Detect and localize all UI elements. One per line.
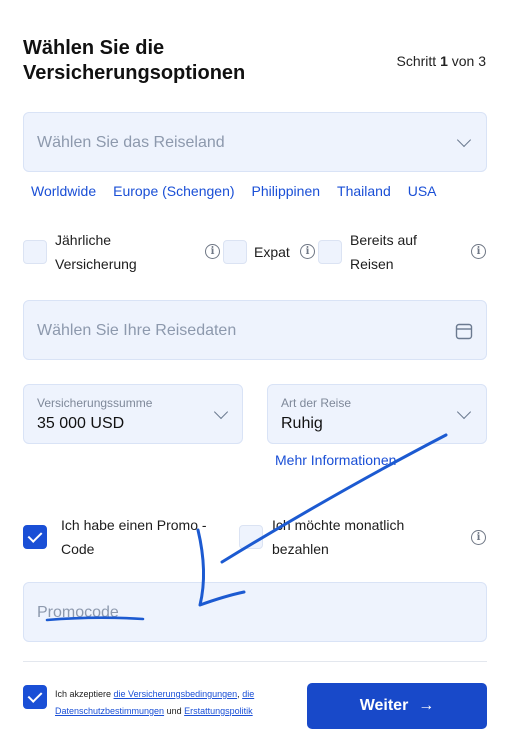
insurance-terms-link[interactable]: die Versicherungsbedingungen [114, 689, 238, 699]
quick-link-usa[interactable]: USA [408, 183, 437, 199]
quick-link-thailand[interactable]: Thailand [337, 183, 391, 199]
refund-policy-link[interactable]: Erstattungspolitik [184, 706, 253, 716]
info-icon[interactable]: i [471, 530, 486, 545]
coverage-value: 35 000 USD [37, 415, 125, 432]
more-info-link[interactable]: Mehr Informationen [275, 452, 396, 468]
quick-link-worldwide[interactable]: Worldwide [31, 183, 96, 199]
trip-type-label: Art der Reise [281, 396, 352, 410]
monthly-payment-label: Ich möchte monatlich bezahlen [272, 517, 405, 557]
promo-code-label: Ich habe einen Promo - Code [61, 517, 207, 557]
annual-insurance-label: Jährliche Versicherung [55, 232, 137, 272]
trip-type-value: Ruhig [281, 415, 323, 432]
chevron-down-icon [456, 404, 472, 420]
country-select-placeholder: Wählen Sie das Reiseland [37, 134, 225, 151]
country-select[interactable]: Wählen Sie das Reiseland [23, 112, 487, 172]
trip-type-select[interactable]: Art der Reise Ruhig [267, 384, 487, 444]
expat-checkbox[interactable] [223, 240, 247, 264]
info-icon[interactable]: i [300, 244, 315, 259]
step-indicator: Schritt 1 von 3 [396, 53, 486, 69]
promo-code-placeholder: Promocode [37, 604, 119, 621]
calendar-icon [455, 323, 473, 340]
travel-dates-placeholder: Wählen Sie Ihre Reisedaten [37, 322, 237, 339]
chevron-down-icon [456, 132, 472, 148]
page-title: Wählen Sie die Versicherungsoptionen [23, 37, 246, 84]
expat-label: Expat [254, 244, 290, 260]
continue-button[interactable]: Weiter → [307, 683, 487, 729]
info-icon[interactable]: i [471, 244, 486, 259]
promo-code-input[interactable]: Promocode [23, 582, 487, 642]
quick-link-philippines[interactable]: Philippinen [252, 183, 321, 199]
already-traveling-checkbox[interactable] [318, 240, 342, 264]
terms-text: Ich akzeptiere die Versicherungsbedingun… [55, 689, 255, 716]
arrow-right-icon: → [418, 697, 435, 714]
monthly-payment-checkbox[interactable] [239, 525, 263, 549]
travel-dates-field[interactable]: Wählen Sie Ihre Reisedaten [23, 300, 487, 360]
annual-insurance-checkbox[interactable] [23, 240, 47, 264]
coverage-label: Versicherungssumme [37, 396, 153, 410]
promo-code-checkbox[interactable] [23, 525, 47, 549]
quick-link-europe[interactable]: Europe (Schengen) [113, 183, 234, 199]
coverage-select[interactable]: Versicherungssumme 35 000 USD [23, 384, 243, 444]
country-quick-links: Worldwide Europe (Schengen) Philippinen … [31, 183, 437, 199]
chevron-down-icon [213, 404, 229, 420]
already-traveling-label: Bereits auf Reisen [350, 232, 417, 272]
terms-checkbox[interactable] [23, 685, 47, 709]
divider [23, 661, 487, 662]
info-icon[interactable]: i [205, 244, 220, 259]
